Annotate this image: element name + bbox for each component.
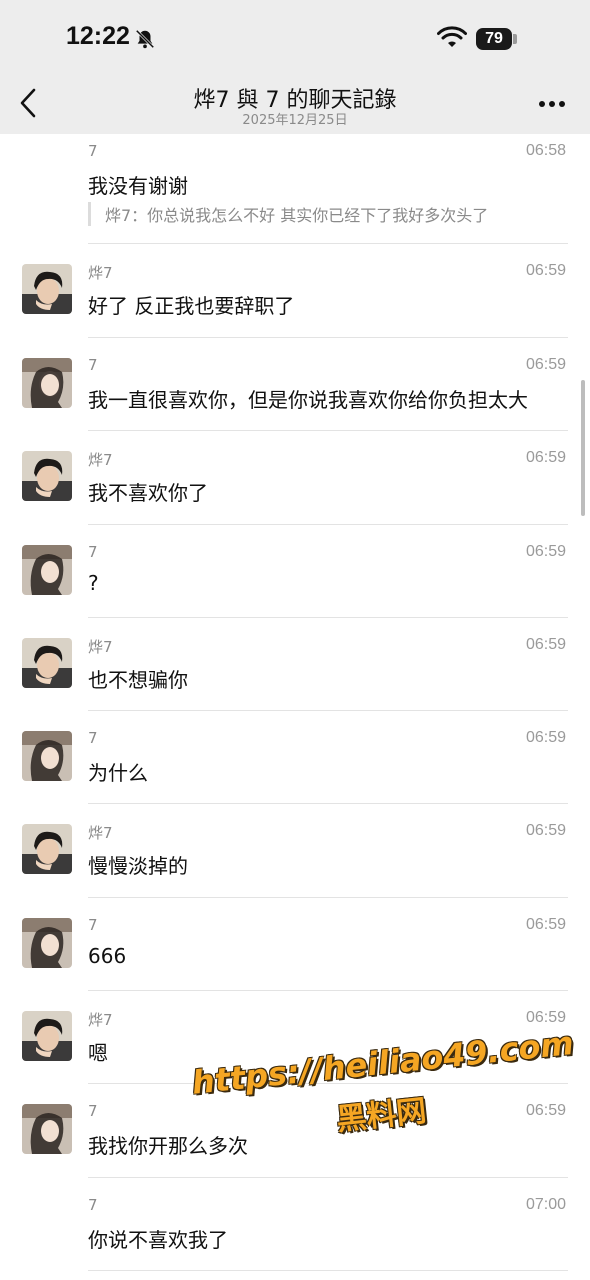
avatar-ye7[interactable] xyxy=(22,451,72,501)
watermark-name: 黑料网 xyxy=(334,1093,429,1138)
sender-name: 7 xyxy=(88,1196,98,1214)
message-text: 嗯 xyxy=(88,1041,108,1065)
message-time: 06:59 xyxy=(525,262,566,279)
message-time: 06:59 xyxy=(525,449,566,466)
message-item[interactable]: 烨7 06:59 慢慢淡掉的 xyxy=(0,804,590,898)
message-text: ? xyxy=(88,571,99,595)
message-time: 06:59 xyxy=(525,822,566,839)
message-item[interactable]: 7 06:59 666 xyxy=(0,898,590,991)
message-item[interactable]: 7 06:59 我一直很喜欢你，但是你说我喜欢你给你负担太大 xyxy=(0,338,590,431)
message-item[interactable]: 烨7 06:59 我不喜欢你了 xyxy=(0,431,590,525)
message-time: 06:59 xyxy=(525,543,566,560)
sender-name: 7 xyxy=(88,356,98,374)
avatar-7[interactable] xyxy=(22,918,72,968)
message-item[interactable]: 烨7 06:59 也不想骗你 xyxy=(0,618,590,711)
divider xyxy=(88,1270,568,1271)
avatar-7[interactable] xyxy=(22,731,72,781)
battery-cap xyxy=(513,34,517,44)
message-time: 06:59 xyxy=(525,729,566,746)
message-text: 你说不喜欢我了 xyxy=(88,1228,228,1252)
message-time: 06:59 xyxy=(525,916,566,933)
message-text: 也不想骗你 xyxy=(88,668,188,692)
message-item[interactable]: 7 06:59 为什么 xyxy=(0,711,590,804)
sender-name: 7 xyxy=(88,1102,98,1120)
avatar-7[interactable] xyxy=(22,545,72,595)
wifi-icon xyxy=(437,26,467,47)
avatar-ye7[interactable] xyxy=(22,638,72,688)
page-subtitle: 2025年12月25日 xyxy=(242,113,348,128)
message-item[interactable]: 7 06:59 ? xyxy=(0,525,590,618)
sender-name: 7 xyxy=(88,543,98,561)
message-time: 06:59 xyxy=(525,356,566,373)
message-text: 我没有谢谢 xyxy=(88,174,188,198)
status-time: 12:22 xyxy=(66,22,130,50)
sender-name: 7 xyxy=(88,142,98,160)
more-dots-icon[interactable] xyxy=(538,100,566,108)
sender-name: 7 xyxy=(88,729,98,747)
avatar-ye7[interactable] xyxy=(22,264,72,314)
message-text: 好了 反正我也要辞职了 xyxy=(88,294,295,318)
battery-indicator: 79 xyxy=(476,28,512,50)
scrollbar[interactable] xyxy=(581,380,585,516)
message-time: 06:58 xyxy=(525,142,566,159)
message-text: 我不喜欢你了 xyxy=(88,481,208,505)
quoted-message: 烨7：你总说我怎么不好 其实你已经下了我好多次头了 xyxy=(88,202,488,226)
sender-name: 烨7 xyxy=(88,824,113,842)
sender-name: 烨7 xyxy=(88,1011,113,1029)
message-text: 666 xyxy=(88,944,127,968)
message-item[interactable]: 7 07:00 你说不喜欢我了 xyxy=(0,1178,590,1280)
avatar-ye7[interactable] xyxy=(22,1011,72,1061)
avatar-ye7[interactable] xyxy=(22,824,72,874)
message-time: 06:59 xyxy=(525,636,566,653)
message-text: 我一直很喜欢你，但是你说我喜欢你给你负担太大 xyxy=(88,388,528,412)
message-item[interactable]: 7 06:58 我没有谢谢 烨7：你总说我怎么不好 其实你已经下了我好多次头了 xyxy=(0,134,590,244)
bell-slash-icon xyxy=(135,29,155,49)
sender-name: 烨7 xyxy=(88,451,113,469)
message-time: 07:00 xyxy=(525,1196,566,1213)
sender-name: 烨7 xyxy=(88,638,113,656)
avatar-7[interactable] xyxy=(22,358,72,408)
message-text: 慢慢淡掉的 xyxy=(88,854,188,878)
message-item[interactable]: 烨7 06:59 好了 反正我也要辞职了 xyxy=(0,244,590,338)
sender-name: 烨7 xyxy=(88,264,113,282)
sender-name: 7 xyxy=(88,916,98,934)
message-text: 为什么 xyxy=(88,761,148,785)
avatar-7[interactable] xyxy=(22,1104,72,1154)
top-bar: 12:22 79 烨7 與 7 的聊天記錄 2025年12月25日 xyxy=(0,0,590,134)
